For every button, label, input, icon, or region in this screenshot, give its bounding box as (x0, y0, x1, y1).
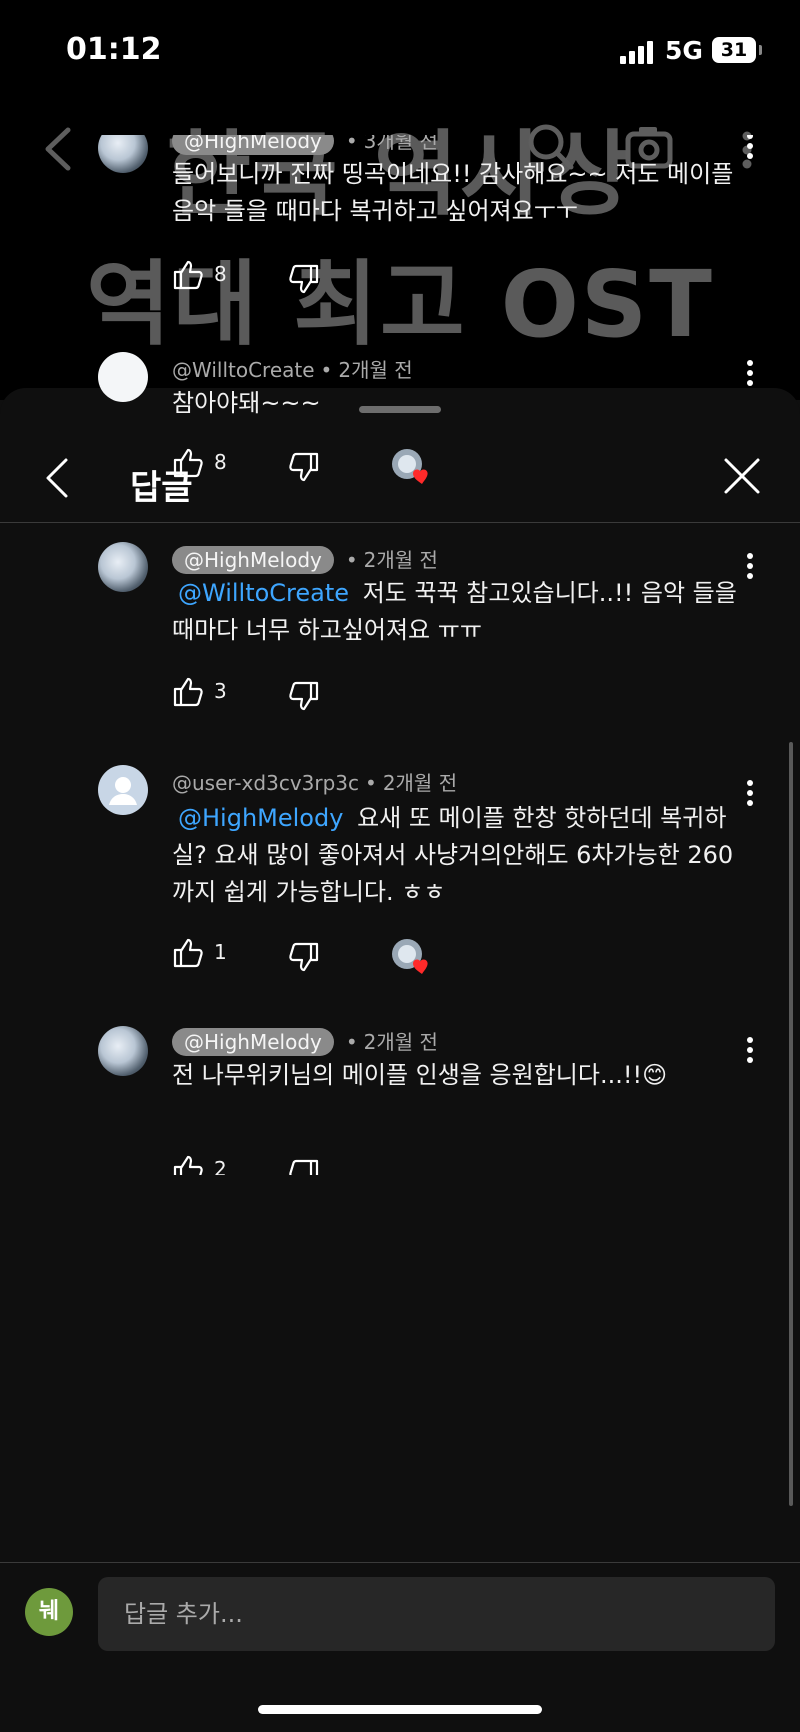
more-icon[interactable] (744, 358, 756, 388)
like-count: 1 (214, 940, 227, 964)
battery-icon: 31 (712, 37, 762, 63)
reply-text: @HighMelody 요새 또 메이플 한창 핫하던데 복귀하실? 요새 많이… (172, 800, 752, 911)
avatar[interactable] (98, 135, 148, 173)
like-count: 8 (214, 262, 227, 286)
reply-text: 전 나무위키님의 메이플 인생을 응원합니다...!!😊 (172, 1061, 668, 1089)
reply-time: 2개월 전 (382, 771, 458, 795)
like-count: 8 (214, 450, 227, 474)
avatar[interactable] (98, 352, 148, 402)
reply-input[interactable]: 답글 추가... (98, 1577, 775, 1651)
reply-time: 2개월 전 (363, 548, 438, 572)
network-label: 5G (665, 36, 703, 65)
reply-actions: 8 (172, 447, 572, 487)
status-bar: 01:12 5G 31 (0, 0, 800, 100)
mention-link[interactable]: @HighMelody (178, 804, 343, 832)
heart-icon (392, 939, 428, 974)
separator: • (365, 771, 377, 795)
reply-time: 2개월 전 (338, 358, 413, 382)
reply-actions: 3 (172, 676, 572, 716)
thumbs-down-icon[interactable] (288, 941, 320, 973)
reply-text: @WilltoCreate 저도 꾹꾹 참고있습니다..!! 음악 들을 때마다… (172, 575, 752, 649)
my-avatar[interactable]: 눼 (25, 1588, 73, 1636)
thumbs-up-icon[interactable] (172, 447, 204, 479)
reply-text: 들어보니까 진짜 띵곡이네요!! 감사해요~~ 저도 메이플 음악 들을 때마다… (172, 160, 734, 225)
separator: • (320, 358, 333, 382)
separator: • (345, 1030, 358, 1054)
reply-meta: @WilltoCreate • 2개월 전 (172, 354, 413, 383)
reply-actions: 2 (172, 1154, 572, 1175)
author-name[interactable]: @HighMelody (172, 135, 334, 155)
reply-meta: @HighMelody • 2개월 전 (172, 544, 438, 574)
reply-text: 참아야돼~~~ (172, 389, 321, 417)
reply-list[interactable]: @HighMelody • 3개월 전 들어보니까 진짜 띵곡이네요!! 감사해요~… (0, 135, 800, 1175)
reply-meta: @HighMelody • 3개월 전 (172, 135, 438, 155)
thumbs-down-icon[interactable] (288, 680, 320, 712)
reply-time: 2개월 전 (363, 1030, 438, 1054)
thumbs-down-icon[interactable] (288, 263, 320, 295)
reply-composer: 눼 답글 추가... (0, 1562, 800, 1732)
reply-meta: @user-xd3cv3rp3c • 2개월 전 (172, 767, 457, 796)
separator: • (345, 548, 358, 572)
thumbs-up-icon[interactable] (172, 259, 204, 291)
author-name[interactable]: @user-xd3cv3rp3c (172, 771, 359, 795)
avatar[interactable] (98, 1026, 148, 1076)
thumbs-up-icon[interactable] (172, 937, 204, 969)
home-indicator[interactable] (258, 1705, 542, 1714)
thumbs-up-icon[interactable] (172, 1154, 204, 1175)
author-name[interactable]: @HighMelody (172, 1028, 334, 1056)
avatar[interactable] (98, 542, 148, 592)
reply-time: 3개월 전 (363, 135, 438, 153)
mention-link[interactable]: @WilltoCreate (178, 579, 349, 607)
author-name[interactable]: @HighMelody (172, 546, 334, 574)
thumbs-down-icon[interactable] (288, 1158, 320, 1175)
scrollbar[interactable] (789, 742, 793, 1506)
avatar[interactable] (98, 765, 148, 815)
separator: • (345, 135, 358, 153)
reply-actions: 1 (172, 937, 572, 977)
default-avatar-icon (109, 777, 137, 805)
reply-meta: @HighMelody • 2개월 전 (172, 1026, 438, 1056)
thumbs-up-icon[interactable] (172, 676, 204, 708)
like-count: 2 (214, 1157, 227, 1175)
like-count: 3 (214, 679, 227, 703)
heart-icon (392, 449, 428, 484)
thumbs-down-icon[interactable] (288, 451, 320, 483)
signal-icon (620, 40, 656, 64)
status-time: 01:12 (66, 32, 162, 67)
reply-actions: 8 (172, 259, 572, 299)
author-name[interactable]: @WilltoCreate (172, 358, 315, 382)
